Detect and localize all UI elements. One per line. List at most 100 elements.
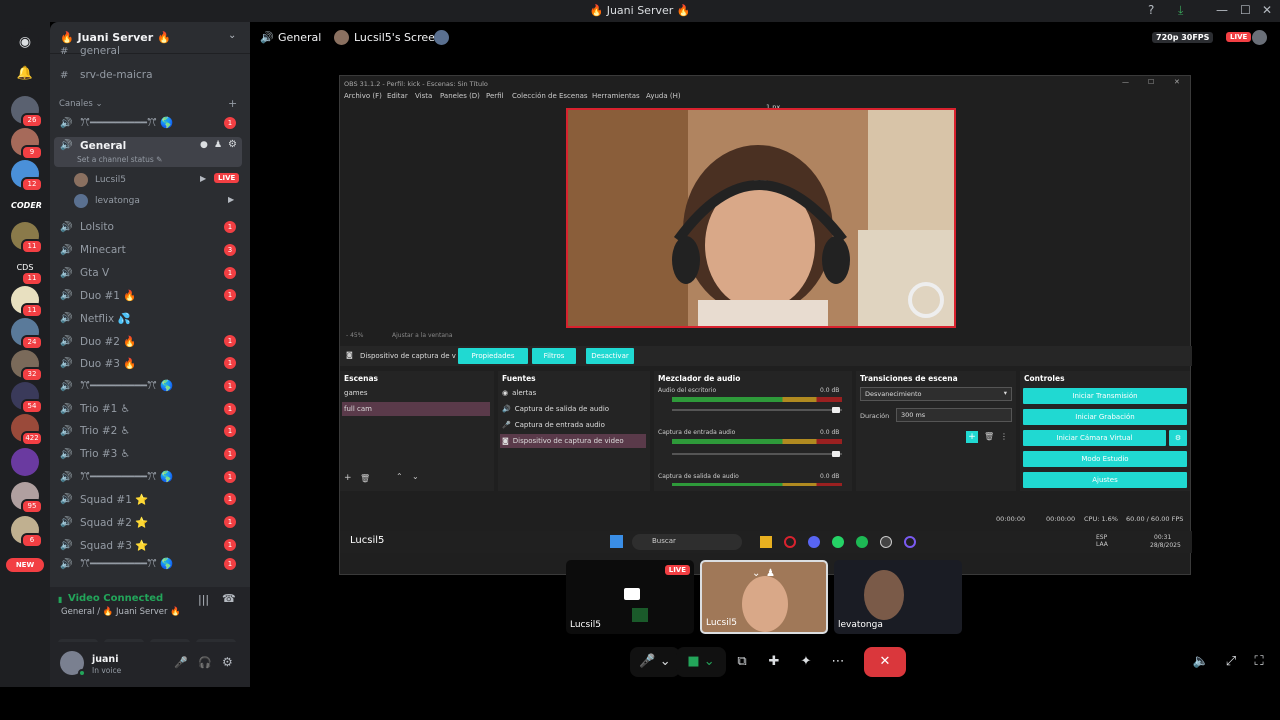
volume-icon[interactable]: 🔈 — [1190, 647, 1212, 677]
volume-slider[interactable] — [672, 453, 842, 455]
add-user-icon[interactable]: ♟ — [766, 568, 775, 579]
voice-channel[interactable]: 🔊 ꔫ━━━━━━━━━ꔫ 🌎 1 — [54, 375, 242, 397]
properties-button[interactable]: Propiedades — [458, 348, 528, 364]
voice-channel[interactable]: 🔊 Lolsito 1 — [54, 216, 242, 238]
help-icon[interactable]: ? — [1148, 3, 1154, 17]
menu-item[interactable]: Editar — [387, 92, 408, 100]
maximize-button[interactable]: ☐ — [1240, 3, 1251, 17]
voice-channel[interactable]: 🔊 Netflix 💦 — [54, 307, 242, 329]
obs-close-button[interactable]: ✕ — [1174, 78, 1180, 86]
disconnect-icon[interactable]: ☎ — [222, 592, 236, 605]
server-icon[interactable] — [11, 448, 39, 476]
server-icon[interactable]: 26 — [11, 96, 43, 128]
zoom-label[interactable]: - 45% — [346, 332, 363, 339]
disconnect-button[interactable]: ✕ — [864, 647, 906, 677]
voice-channel[interactable]: 🔊 ꔫ━━━━━━━━━ꔫ 🌎 1 — [54, 112, 242, 134]
obs-preview[interactable] — [566, 108, 956, 328]
voice-user[interactable]: Lucsil5 ▶ LIVE — [74, 170, 240, 190]
menu-item[interactable]: Perfil — [486, 92, 504, 100]
volume-knob[interactable] — [832, 451, 840, 457]
discord-home-icon[interactable]: ◉ — [11, 28, 39, 56]
activity-button[interactable]: ✚ — [762, 647, 786, 677]
deactivate-button[interactable]: Desactivar — [586, 348, 634, 364]
soundboard-icon[interactable]: ||| — [198, 593, 209, 606]
start-streaming-button[interactable]: Iniciar Transmisión — [1023, 388, 1187, 404]
add-icon[interactable]: + — [344, 473, 352, 483]
voice-channel[interactable]: 🔊 Duo #3 🔥 1 — [54, 352, 242, 374]
voice-channel[interactable]: 🔊 Minecart 3 — [54, 239, 242, 261]
down-icon[interactable]: ⌄ — [412, 472, 419, 481]
gear-icon[interactable]: ⚙ — [228, 139, 237, 150]
menu-item[interactable]: Ayuda (H) — [646, 92, 681, 100]
source-item-selected[interactable]: ◙ Dispositivo de captura de video — [500, 434, 646, 448]
trash-icon[interactable]: 🗑 — [984, 432, 994, 441]
filters-button[interactable]: Filtros — [532, 348, 576, 364]
start-recording-button[interactable]: Iniciar Grabación — [1023, 409, 1187, 425]
screenshare-button[interactable]: ⧉ — [730, 647, 754, 677]
obs-maximize-button[interactable]: ☐ — [1148, 78, 1154, 86]
new-badge[interactable]: NEW — [6, 558, 44, 572]
server-icon[interactable]: 6 — [11, 516, 43, 548]
obs-minimize-button[interactable]: — — [1122, 78, 1129, 86]
close-button[interactable]: ✕ — [1262, 3, 1272, 17]
voice-channel[interactable]: 🔊 ꔫ━━━━━━━━━ꔫ 🌎 1 — [54, 557, 242, 571]
server-coder[interactable]: CODER — [11, 192, 42, 220]
chat-icon[interactable]: ● — [200, 140, 208, 150]
chat-bubble-icon[interactable] — [1252, 30, 1267, 45]
server-icon[interactable]: 12 — [11, 160, 43, 192]
voice-channel[interactable]: 🔊 Squad #1 ⭐ 1 — [54, 488, 242, 510]
server-icon[interactable]: 54 — [11, 382, 43, 414]
studio-mode-button[interactable]: Modo Estudio — [1023, 451, 1187, 467]
voice-channel[interactable]: 🔊 Trio #1 ♿ 1 — [54, 398, 242, 420]
fullscreen-icon[interactable]: ⛶ — [1248, 647, 1270, 677]
voice-status[interactable]: Video Connected — [68, 593, 163, 604]
server-icon[interactable]: 11 — [11, 222, 43, 254]
settings-button[interactable]: Ajustes — [1023, 472, 1187, 488]
more-icon[interactable]: ⋮ — [1000, 432, 1008, 441]
fit-label[interactable]: Ajustar a la ventana — [392, 332, 453, 339]
volume-slider[interactable] — [672, 409, 842, 411]
up-icon[interactable]: ⌃ — [396, 472, 403, 481]
participant-tile-selected[interactable]: ⌄ ♟ Lucsil5 — [700, 560, 828, 634]
source-item[interactable]: ◉ alertas — [500, 386, 646, 400]
voice-channel[interactable]: 🔊 Squad #2 ⭐ 1 — [54, 511, 242, 533]
soundboard-button[interactable]: ✦ — [794, 647, 818, 677]
text-channel[interactable]: # general — [54, 44, 242, 58]
minimize-button[interactable]: — — [1216, 3, 1228, 17]
voice-channel[interactable]: 🔊 Gta V1 — [54, 262, 242, 284]
server-icon[interactable]: 9 — [11, 128, 43, 160]
download-icon[interactable]: ⤓ — [1178, 3, 1183, 18]
mute-button[interactable]: 🎤 ⌄ — [630, 647, 680, 677]
participant-tile[interactable]: LIVE Lucsil5 — [566, 560, 694, 634]
transition-select[interactable]: Desvanecimiento ▾ — [860, 387, 1012, 401]
camera-button[interactable]: ■ ⌄ — [676, 647, 726, 677]
voice-channel[interactable]: 🔊 ꔫ━━━━━━━━━ꔫ 🌎 1 — [54, 466, 242, 488]
server-icon[interactable]: 422 — [11, 414, 43, 446]
voice-channel[interactable]: 🔊 Duo #1 🔥 1 — [54, 284, 242, 306]
trash-icon[interactable]: 🗑 — [360, 474, 370, 483]
popout-icon[interactable]: ⤢ — [1220, 647, 1242, 677]
voice-channel[interactable]: 🔊 Duo #2 🔥 1 — [54, 330, 242, 352]
participant-tile[interactable]: levatonga — [834, 560, 962, 634]
add-transition-button[interactable]: + — [966, 431, 978, 443]
server-icon[interactable]: 95 — [11, 482, 43, 514]
source-item[interactable]: 🔊 Captura de salida de audio — [500, 402, 646, 416]
server-icon[interactable]: 11 — [11, 286, 43, 318]
microphone-icon[interactable]: 🎤 — [174, 656, 188, 669]
virtual-camera-button[interactable]: Iniciar Cámara Virtual — [1023, 430, 1166, 446]
scene-item[interactable]: games — [342, 386, 490, 400]
add-channel-icon[interactable]: + — [228, 97, 237, 110]
invite-icon[interactable]: ♟ — [214, 140, 222, 150]
voice-channel[interactable]: 🔊 Squad #3 ⭐ 1 — [54, 534, 242, 556]
notification-bell-icon[interactable]: 🔔 — [11, 60, 39, 88]
voice-user[interactable]: levatonga ▶ — [74, 191, 234, 211]
menu-item[interactable]: Paneles (D) — [440, 92, 480, 100]
menu-item[interactable]: Colección de Escenas — [512, 92, 588, 100]
duration-input[interactable]: 300 ms — [896, 408, 1012, 422]
menu-item[interactable]: Herramientas — [592, 92, 640, 100]
chevron-down-icon[interactable]: ⌄ — [228, 30, 236, 41]
gear-icon[interactable]: ⚙ — [222, 655, 233, 669]
category-header[interactable]: Canales ⌄ — [59, 99, 103, 109]
text-channel[interactable]: # srv-de-maicra — [54, 64, 242, 86]
scene-item-selected[interactable]: full cam — [342, 402, 490, 416]
